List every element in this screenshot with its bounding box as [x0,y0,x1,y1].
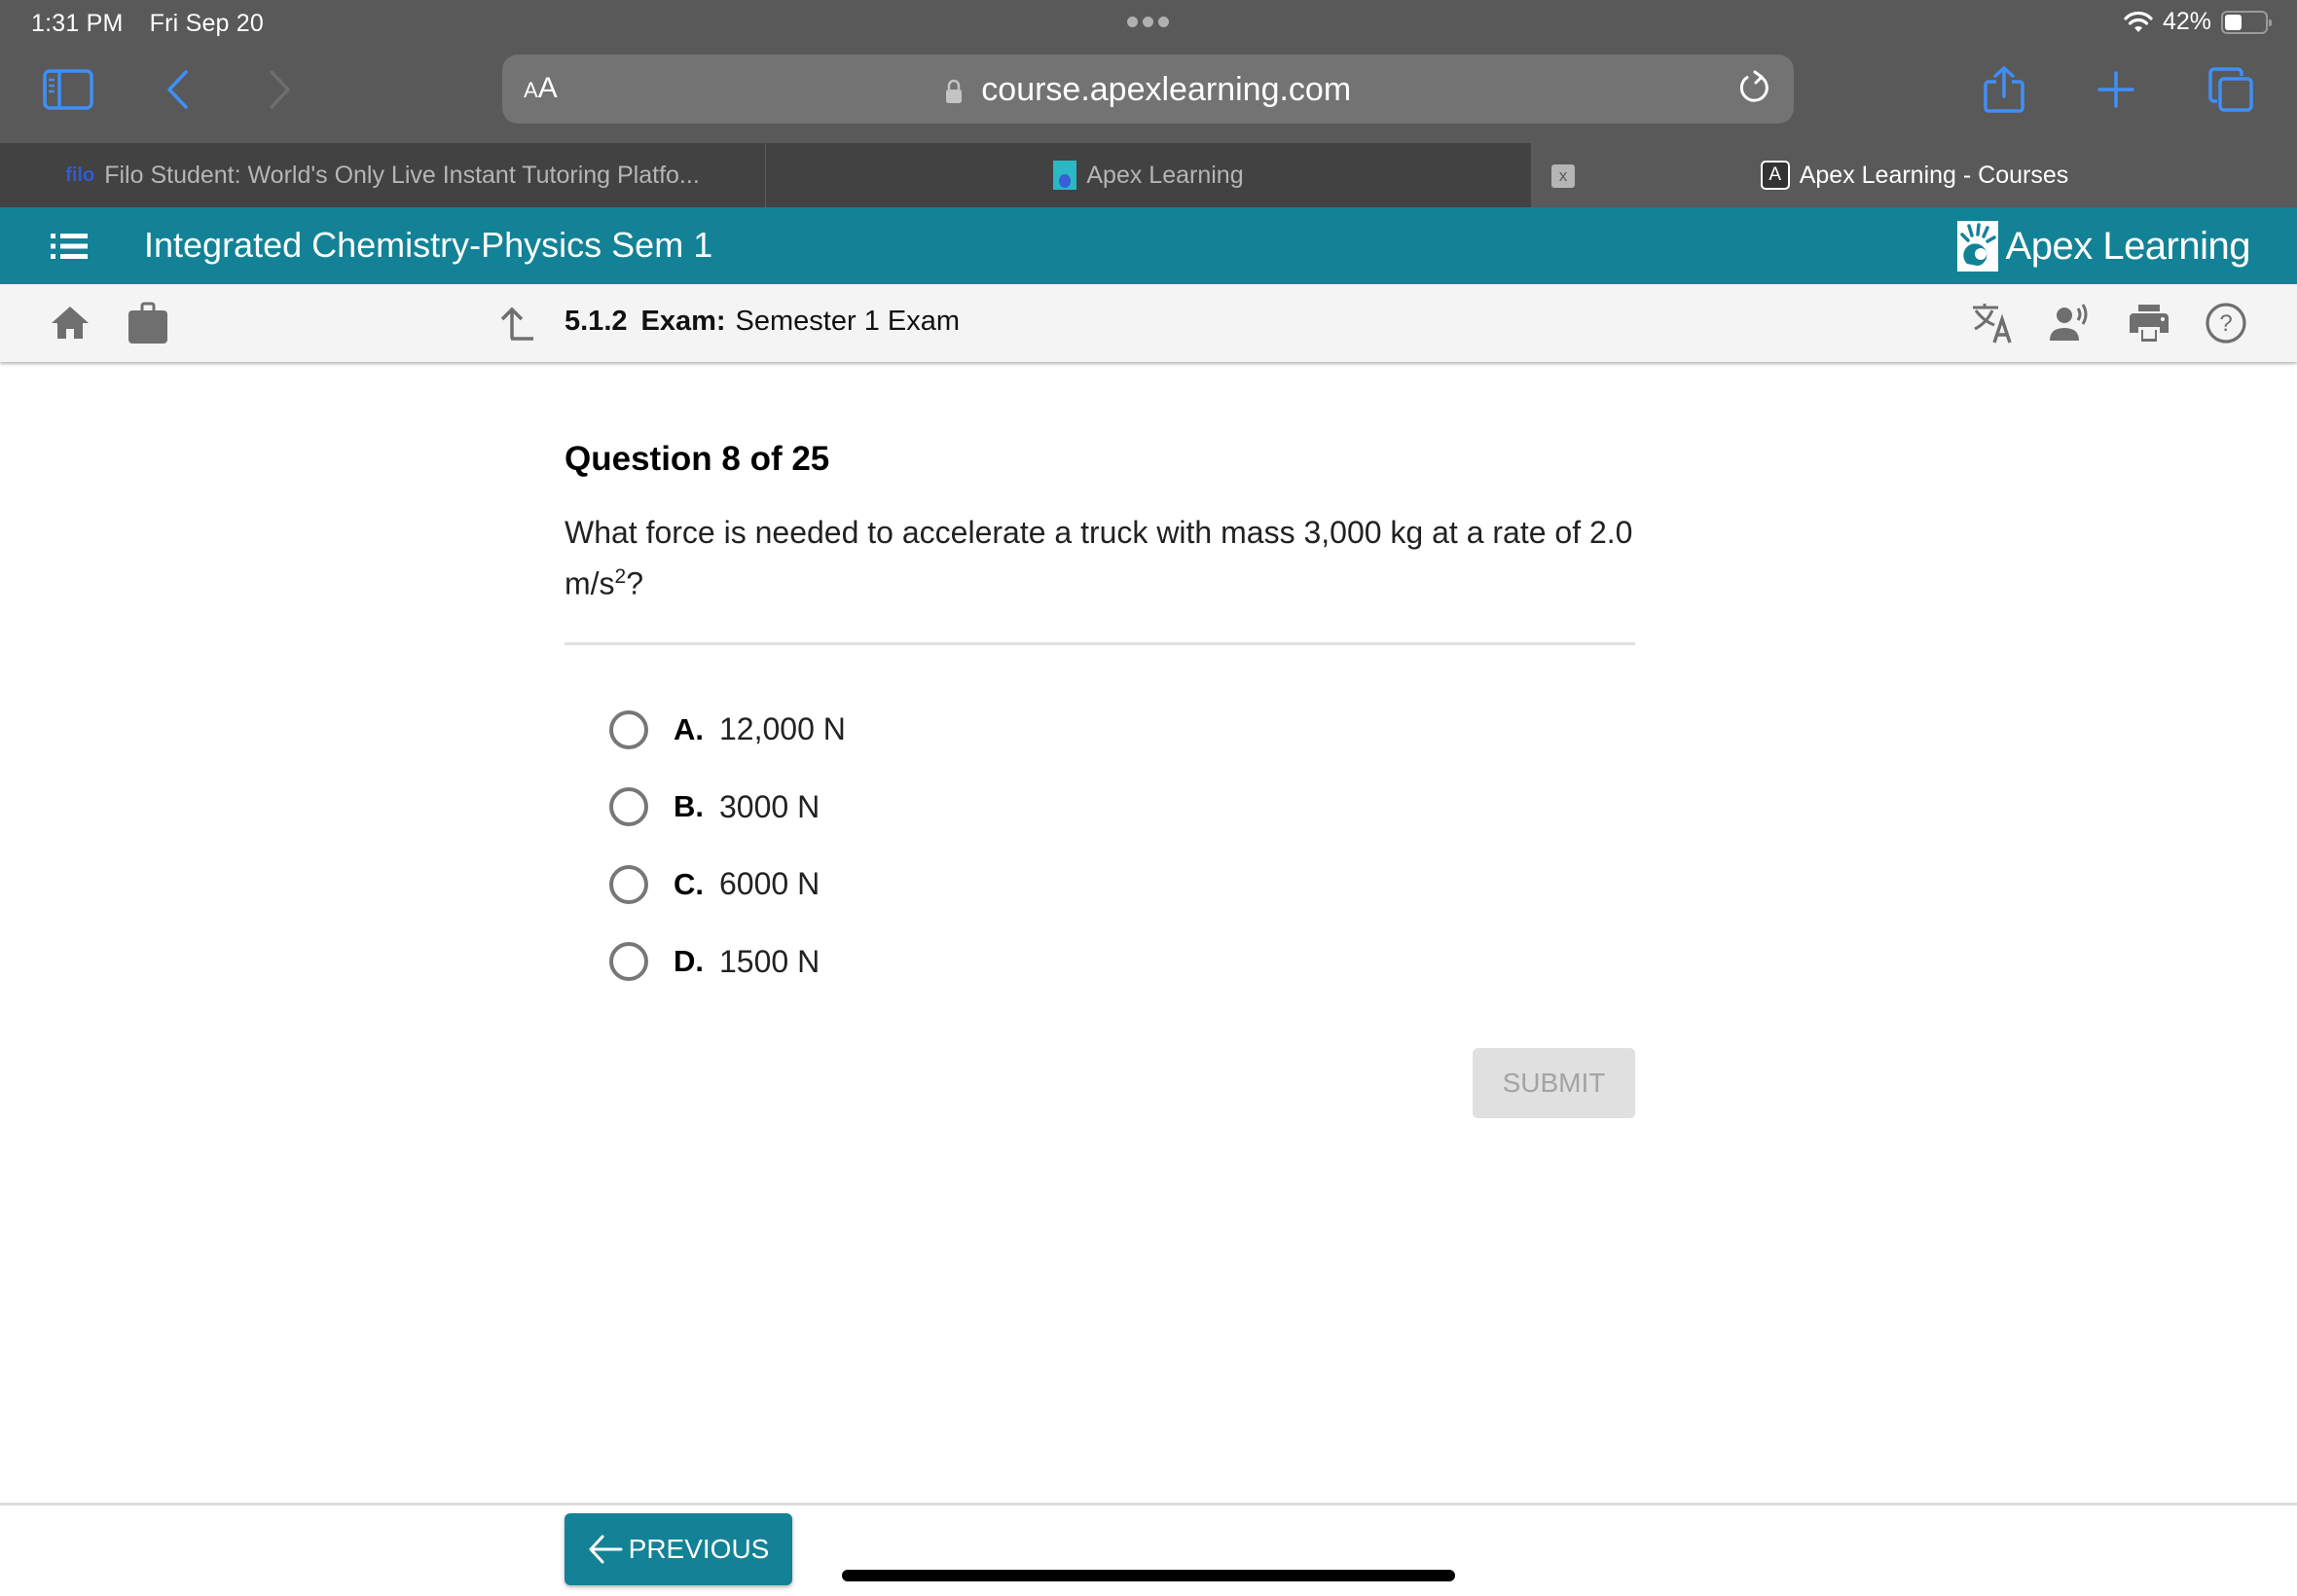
tab-title: Filo Student: World's Only Live Instant … [104,161,700,189]
url-text: course.apexlearning.com [981,71,1352,108]
previous-button[interactable]: PREVIOUS [565,1513,792,1585]
translate-icon[interactable] [1971,302,2014,345]
footer-divider [0,1503,2297,1505]
previous-label: PREVIOUS [628,1534,770,1564]
question-text-main: What force is needed to accelerate a tru… [565,515,1633,601]
answer-options: A. 12,000 N B. 3000 N C. 6000 N D. 1500 … [609,691,846,1000]
brand-name: Apex Learning [2005,224,2251,268]
option-text: 3000 N [719,788,820,824]
tabs-icon [2208,67,2253,112]
battery-percent: 42% [2162,8,2211,35]
chevron-left-icon [167,70,188,109]
filo-favicon-icon: filo [65,163,95,186]
back-button[interactable] [148,60,206,119]
answer-option-c[interactable]: C. 6000 N [609,846,846,924]
question-header: Question 8 of 25 [565,440,830,478]
chevron-right-icon [270,70,290,109]
activity-number: 5.1.2 [565,306,628,337]
share-button[interactable] [1975,60,2033,119]
svg-text:?: ? [2219,310,2232,337]
sidebar-icon [43,69,93,110]
submit-button[interactable]: SUBMIT [1473,1048,1635,1118]
browser-tab-apex[interactable]: Apex Learning [766,143,1532,207]
option-text: 6000 N [719,866,820,902]
answer-option-a[interactable]: A. 12,000 N [609,691,846,769]
apex-learning-logo[interactable]: Apex Learning [1956,221,2251,272]
breadcrumb: 5.1.2 Exam: Semester 1 Exam [565,306,960,338]
close-tab-icon[interactable]: x [1551,164,1575,188]
question-text-end: ? [626,565,644,601]
question-text-superscript: 2 [614,565,627,588]
text-to-speech-icon[interactable] [2048,302,2091,345]
answer-option-b[interactable]: B. 3000 N [609,769,846,847]
multitasking-dots-icon[interactable] [1127,17,1169,27]
status-indicators: 42% [2124,8,2272,36]
home-icon[interactable] [49,302,91,345]
browser-tab-filo[interactable]: filo Filo Student: World's Only Live Ins… [0,143,766,207]
radio-button[interactable] [609,787,648,827]
arrow-left-icon [589,1535,623,1564]
menu-list-icon[interactable] [51,231,88,262]
question-divider [565,642,1635,645]
briefcase-icon[interactable] [127,302,169,345]
apex-logo-icon [1956,221,1998,272]
radio-button[interactable] [609,709,648,749]
radio-button[interactable] [609,864,648,904]
plus-icon [2097,71,2134,108]
address-bar[interactable]: AA course.apexlearning.com [502,54,1794,124]
help-icon[interactable]: ? [2205,302,2247,345]
sidebar-toggle-button[interactable] [39,60,97,119]
option-letter: B. [674,789,704,824]
new-tab-button[interactable] [2087,60,2145,119]
option-text: 1500 N [719,943,820,979]
status-time: 1:31 PM Fri Sep 20 [31,10,283,38]
clock: 1:31 PM [31,10,124,37]
course-title: Integrated Chemistry-Physics Sem 1 [144,225,713,265]
question-text: What force is needed to accelerate a tru… [565,510,1645,606]
lock-icon [945,79,962,104]
app-header: Integrated Chemistry-Physics Sem 1 Apex … [0,207,2297,284]
option-letter: D. [674,944,704,979]
url-field[interactable]: course.apexlearning.com [502,71,1794,109]
activity-title: Semester 1 Exam [735,306,961,337]
option-letter: A. [674,711,704,746]
share-icon [1984,66,2024,113]
date: Fri Sep 20 [149,10,265,37]
tab-title: Apex Learning [1086,161,1244,189]
wifi-icon [2124,11,2153,32]
activity-toolbar: 5.1.2 Exam: Semester 1 Exam ? [0,284,2297,362]
answer-option-d[interactable]: D. 1500 N [609,924,846,1001]
forward-button[interactable] [251,60,310,119]
browser-tabs: filo Filo Student: World's Only Live Ins… [0,143,2297,207]
apex-a-favicon-icon: A [1760,161,1790,190]
print-icon[interactable] [2128,302,2170,345]
home-indicator[interactable] [842,1570,1455,1581]
reload-icon[interactable] [1733,68,1774,109]
tab-overview-button[interactable] [2202,60,2260,119]
activity-type: Exam: [640,306,726,337]
option-text: 12,000 N [719,711,846,747]
battery-icon [2221,10,2272,34]
radio-button[interactable] [609,942,648,982]
apex-favicon-icon [1053,161,1077,190]
browser-tab-apex-courses[interactable]: x A Apex Learning - Courses [1532,143,2297,207]
tab-title: Apex Learning - Courses [1799,161,2069,189]
up-level-icon[interactable] [498,304,535,343]
option-letter: C. [674,866,704,901]
browser-chrome: 1:31 PM Fri Sep 20 42% AA course.apexlea… [0,0,2297,143]
